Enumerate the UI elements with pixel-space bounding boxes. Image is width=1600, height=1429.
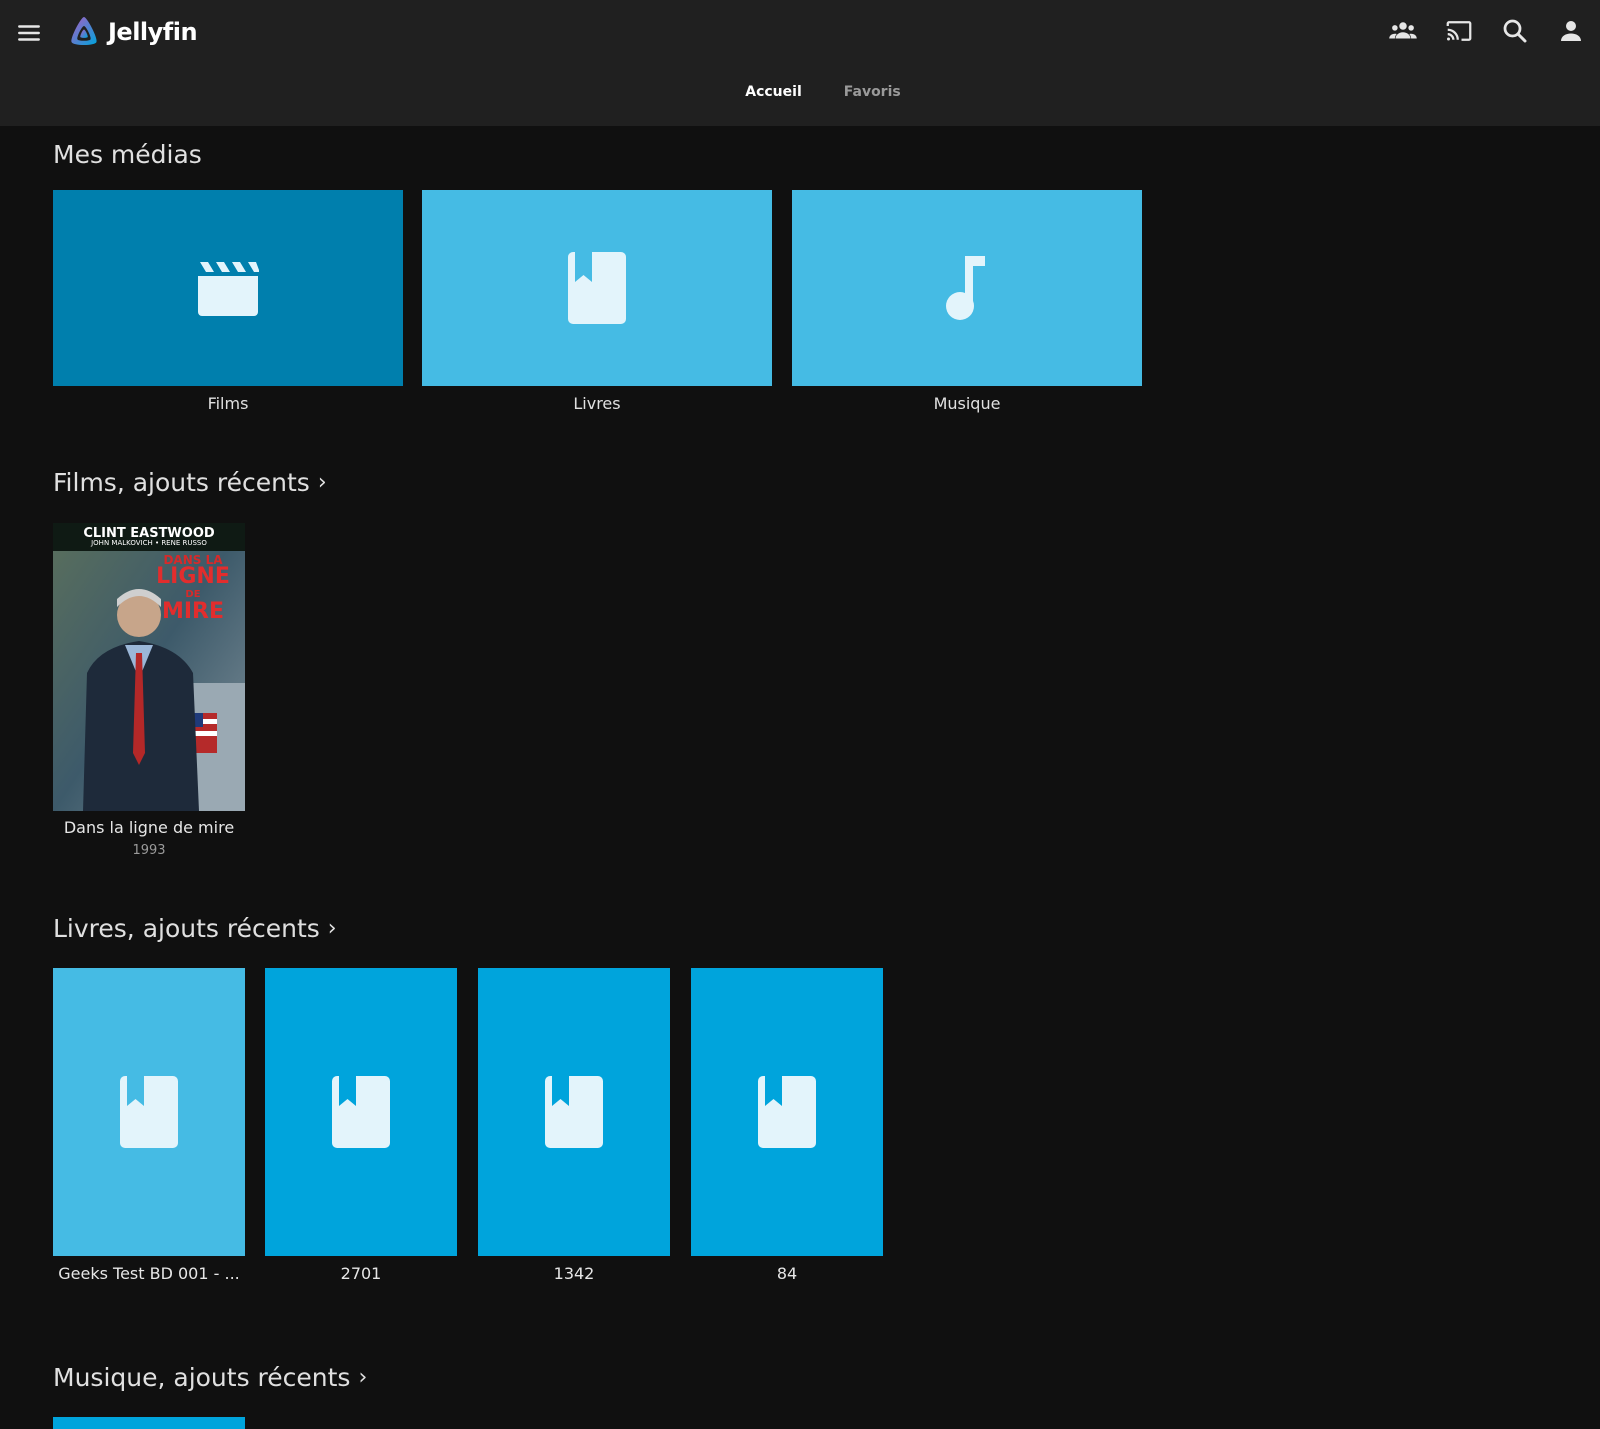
tab-favoris[interactable]: Favoris — [844, 84, 901, 100]
books-recent-title: Livres, ajouts récents — [53, 914, 320, 943]
jellyfin-logo-icon — [71, 17, 97, 45]
jellyfin-logo[interactable]: Jellyfin — [66, 14, 198, 50]
menu-icon[interactable] — [16, 20, 42, 46]
movie-year: 1993 — [132, 843, 166, 858]
poster-title-line4: MIRE — [161, 599, 225, 624]
book-title[interactable]: 2701 — [265, 1264, 457, 1283]
my-media-title: Mes médias — [53, 140, 202, 169]
book-title[interactable]: Geeks Test BD 001 - ... — [53, 1264, 245, 1283]
app-header: Jellyfin Accueil Favoris — [0, 0, 1600, 126]
book-card[interactable] — [53, 968, 245, 1256]
library-livres-label: Livres — [573, 394, 621, 413]
home-tabs: Accueil Favoris — [0, 84, 1600, 100]
movie-title[interactable]: Dans la ligne de mire — [53, 818, 245, 837]
book-title[interactable]: 1342 — [478, 1264, 670, 1283]
chevron-right-icon: › — [327, 915, 337, 941]
films-recent-title: Films, ajouts récents — [53, 468, 310, 497]
books-recent-header[interactable]: Livres, ajouts récents › — [53, 914, 337, 943]
clapperboard-icon — [198, 262, 259, 316]
book-card[interactable] — [265, 968, 457, 1256]
book-icon — [120, 1076, 178, 1148]
users-icon[interactable] — [1388, 16, 1418, 46]
library-films-label: Films — [207, 394, 249, 413]
book-icon — [545, 1076, 603, 1148]
book-card[interactable] — [691, 968, 883, 1256]
tab-accueil[interactable]: Accueil — [745, 84, 802, 100]
chevron-right-icon: › — [358, 1364, 368, 1390]
films-recent-header[interactable]: Films, ajouts récents › — [53, 468, 327, 497]
poster-title-line2: LIGNE — [156, 564, 230, 589]
user-icon[interactable] — [1556, 16, 1586, 46]
book-icon — [568, 252, 626, 324]
book-icon — [332, 1076, 390, 1148]
library-musique-label: Musique — [933, 394, 1001, 413]
music-card[interactable] — [53, 1417, 245, 1429]
library-livres[interactable] — [422, 190, 772, 386]
music-recent-header[interactable]: Musique, ajouts récents › — [53, 1363, 367, 1392]
book-card[interactable] — [478, 968, 670, 1256]
library-musique[interactable] — [792, 190, 1142, 386]
cast-icon[interactable] — [1444, 16, 1474, 46]
music-recent-title: Musique, ajouts récents — [53, 1363, 351, 1392]
poster-costars: JOHN MALKOVICH • RENE RUSSO — [91, 539, 207, 547]
chevron-right-icon: › — [317, 469, 327, 495]
book-title[interactable]: 84 — [691, 1264, 883, 1283]
music-note-icon — [946, 256, 985, 320]
library-films[interactable] — [53, 190, 403, 386]
search-icon[interactable] — [1500, 16, 1530, 46]
app-name: Jellyfin — [108, 18, 198, 46]
my-media-section-title: Mes médias — [53, 140, 202, 169]
book-icon — [758, 1076, 816, 1148]
movie-poster[interactable]: CLINT EASTWOOD JOHN MALKOVICH • RENE RUS… — [53, 523, 245, 811]
